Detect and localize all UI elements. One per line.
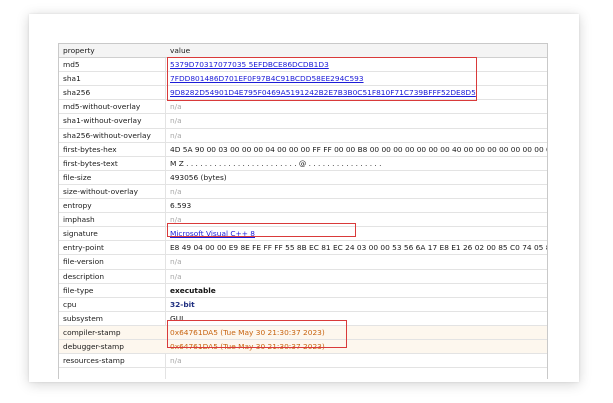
property-value: GUI bbox=[170, 313, 184, 323]
table-row-md5[interactable]: md5 5379D70317077035 5EFDBCE86DCDB1D3 bbox=[59, 58, 547, 73]
table-row-file-size[interactable]: file-size 493056 (bytes) bbox=[59, 171, 547, 185]
property-name: debugger-stamp bbox=[63, 341, 124, 351]
table-row-sha1[interactable]: sha1 7FDD801486D701EF0F97B4C91BCDD58EE29… bbox=[59, 72, 547, 87]
property-name: cpu bbox=[63, 299, 77, 309]
table-row-description[interactable]: description n/a bbox=[59, 270, 547, 284]
property-value: M Z . . . . . . . . . . . . . . . . . . … bbox=[170, 158, 382, 168]
property-name: entropy bbox=[63, 201, 92, 211]
table-row-sha1-without-overlay[interactable]: sha1-without-overlay n/a bbox=[59, 114, 547, 129]
property-name: sha1 bbox=[63, 74, 81, 84]
table-row-sha256-without-overlay[interactable]: sha256-without-overlay n/a bbox=[59, 129, 547, 143]
table-row-compiler-stamp[interactable]: compiler-stamp 0x64761DA5 (Tue May 30 21… bbox=[59, 325, 547, 340]
property-name: sha256 bbox=[63, 88, 91, 98]
property-value: n/a bbox=[170, 271, 182, 281]
debugger-stamp-value: 0x64761DA5 (Tue May 30 21:30:37 2023) bbox=[170, 341, 325, 351]
property-value: n/a bbox=[170, 356, 182, 366]
property-value: executable bbox=[170, 285, 216, 295]
table-row-subsystem[interactable]: subsystem GUI bbox=[59, 312, 547, 326]
column-header-value[interactable]: value bbox=[170, 46, 190, 55]
property-name: md5-without-overlay bbox=[63, 102, 141, 112]
property-value: n/a bbox=[170, 257, 182, 267]
property-name: sha1-without-overlay bbox=[63, 116, 142, 126]
property-name: first-bytes-text bbox=[63, 158, 118, 168]
property-value: n/a bbox=[170, 102, 182, 112]
property-value: n/a bbox=[170, 116, 182, 126]
property-name: description bbox=[63, 271, 105, 281]
property-value: n/a bbox=[170, 186, 182, 196]
table-row-first-bytes-text[interactable]: first-bytes-text M Z . . . . . . . . . .… bbox=[59, 157, 547, 171]
property-name: first-bytes-hex bbox=[63, 144, 117, 154]
table-row-size-without-overlay[interactable]: size-without-overlay n/a bbox=[59, 185, 547, 200]
compiler-stamp-value: 0x64761DA5 (Tue May 30 21:30:37 2023) bbox=[170, 327, 325, 337]
table-row-first-bytes-hex[interactable]: first-bytes-hex 4D 5A 90 00 03 00 00 00 … bbox=[59, 143, 547, 157]
table-row-imphash[interactable]: imphash n/a bbox=[59, 213, 547, 228]
table-row-entropy[interactable]: entropy 6.593 bbox=[59, 199, 547, 214]
property-name: file-size bbox=[63, 172, 92, 182]
md5-value[interactable]: 5379D70317077035 5EFDBCE86DCDB1D3 bbox=[170, 60, 329, 69]
signature-value[interactable]: Microsoft Visual C++ 8 bbox=[170, 229, 255, 238]
property-value: E8 49 04 00 00 E9 8E FE FF FF 55 8B EC 8… bbox=[170, 243, 548, 253]
property-name: file-version bbox=[63, 257, 104, 267]
property-name: subsystem bbox=[63, 313, 103, 323]
property-value: 32-bit bbox=[170, 299, 195, 309]
table-row-md5-without-overlay[interactable]: md5-without-overlay n/a bbox=[59, 100, 547, 115]
table-row-sha256[interactable]: sha256 9D8282D54901D4E795F0469A5191242B2… bbox=[59, 86, 547, 101]
property-name: compiler-stamp bbox=[63, 327, 121, 337]
property-name: md5 bbox=[63, 60, 80, 70]
column-header-property[interactable]: property bbox=[63, 46, 95, 55]
sha256-value[interactable]: 9D8282D54901D4E795F0469A5191242B2E7B3B0C… bbox=[170, 88, 476, 97]
table-row-entry-point[interactable]: entry-point E8 49 04 00 00 E9 8E FE FF F… bbox=[59, 241, 548, 256]
property-name: size-without-overlay bbox=[63, 186, 139, 196]
property-name: signature bbox=[63, 229, 98, 239]
properties-table: property value md5 5379D70317077035 5EFD… bbox=[58, 43, 548, 379]
table-row-signature[interactable]: signature Microsoft Visual C++ 8 bbox=[59, 227, 547, 242]
property-name: imphash bbox=[63, 215, 95, 225]
table-header: property value bbox=[59, 44, 547, 59]
property-value: 493056 (bytes) bbox=[170, 172, 227, 182]
table-row-file-type[interactable]: file-type executable bbox=[59, 284, 547, 298]
table-row-resources-stamp[interactable]: resources-stamp n/a bbox=[59, 354, 547, 369]
property-value: 4D 5A 90 00 03 00 00 00 04 00 00 00 FF F… bbox=[170, 144, 548, 154]
table-row-debugger-stamp[interactable]: debugger-stamp 0x64761DA5 (Tue May 30 21… bbox=[59, 339, 547, 355]
property-name: sha256-without-overlay bbox=[63, 130, 151, 140]
property-name: resources-stamp bbox=[63, 356, 125, 366]
property-value: n/a bbox=[170, 130, 182, 140]
table-row-file-version[interactable]: file-version n/a bbox=[59, 255, 547, 270]
property-value: n/a bbox=[170, 215, 182, 225]
property-name: file-type bbox=[63, 285, 94, 295]
property-name: entry-point bbox=[63, 243, 104, 253]
sha1-value[interactable]: 7FDD801486D701EF0F97B4C91BCDD58EE294C593 bbox=[170, 74, 364, 83]
property-value: 6.593 bbox=[170, 201, 192, 211]
table-row-cpu[interactable]: cpu 32-bit bbox=[59, 298, 547, 312]
